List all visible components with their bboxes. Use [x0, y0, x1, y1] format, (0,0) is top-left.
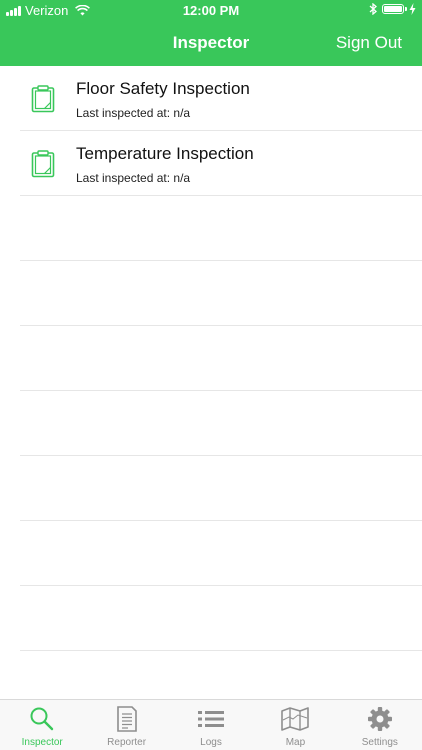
search-icon [30, 707, 54, 731]
sign-out-button[interactable]: Sign Out [336, 33, 402, 53]
tab-map[interactable]: Map [253, 700, 337, 750]
status-bar: Verizon 12:00 PM [0, 0, 422, 22]
tab-inspector[interactable]: Inspector [0, 700, 84, 750]
nav-header: Verizon 12:00 PM Inspector Sign Out [0, 0, 422, 66]
tab-reporter[interactable]: Reporter [84, 700, 168, 750]
empty-row [20, 456, 422, 521]
empty-row [20, 391, 422, 456]
list-icon [198, 711, 225, 727]
clipboard-icon [31, 150, 55, 178]
map-icon [281, 707, 310, 731]
charging-icon [409, 3, 416, 15]
tab-label: Reporter [107, 737, 147, 748]
empty-row [20, 196, 422, 261]
tab-label: Settings [361, 737, 398, 748]
inspection-title: Floor Safety Inspection [76, 79, 250, 98]
tab-label: Map [285, 737, 306, 748]
inspection-subtitle: Last inspected at: n/a [76, 171, 191, 185]
tab-bar: Inspector Reporter Logs Map Settings [0, 699, 422, 750]
document-icon [116, 706, 137, 732]
inspection-subtitle: Last inspected at: n/a [76, 106, 191, 120]
inspection-row-temperature[interactable]: Temperature Inspection Last inspected at… [20, 131, 422, 196]
inspection-list: Floor Safety Inspection Last inspected a… [0, 66, 422, 651]
empty-row [20, 586, 422, 651]
tab-settings[interactable]: Settings [338, 700, 422, 750]
status-time: 12:00 PM [182, 3, 240, 18]
empty-row [20, 521, 422, 586]
gear-icon [367, 707, 392, 731]
empty-row [20, 326, 422, 391]
clipboard-icon [31, 85, 55, 113]
tab-logs[interactable]: Logs [169, 700, 253, 750]
tab-label: Logs [200, 737, 222, 748]
empty-row [20, 261, 422, 326]
inspection-title: Temperature Inspection [76, 144, 254, 163]
bluetooth-icon [369, 3, 377, 15]
tab-label: Inspector [21, 737, 63, 748]
battery-icon [382, 4, 407, 14]
inspection-row-floor-safety[interactable]: Floor Safety Inspection Last inspected a… [20, 66, 422, 131]
